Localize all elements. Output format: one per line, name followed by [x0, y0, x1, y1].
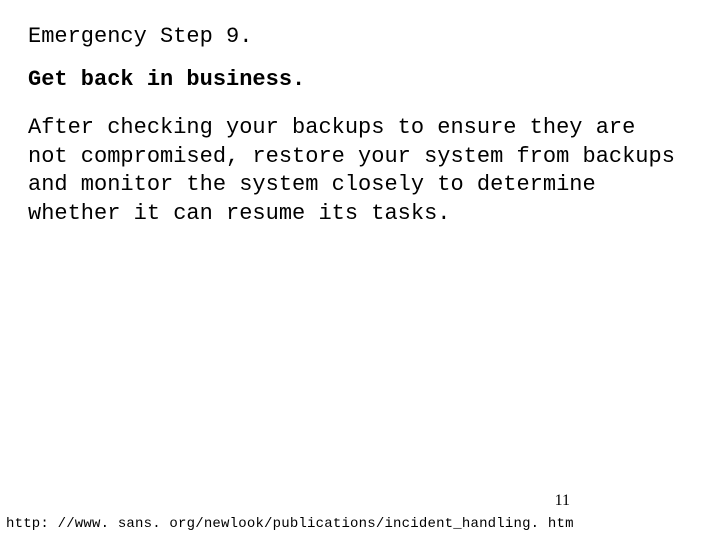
step-label: Emergency Step 9.	[28, 24, 692, 49]
footer-url: http: //www. sans. org/newlook/publicati…	[6, 516, 574, 532]
slide-body-text: After checking your backups to ensure th…	[28, 114, 688, 228]
page-number: 11	[555, 492, 570, 510]
slide-page: Emergency Step 9. Get back in business. …	[0, 0, 720, 540]
slide-headline: Get back in business.	[28, 67, 692, 92]
